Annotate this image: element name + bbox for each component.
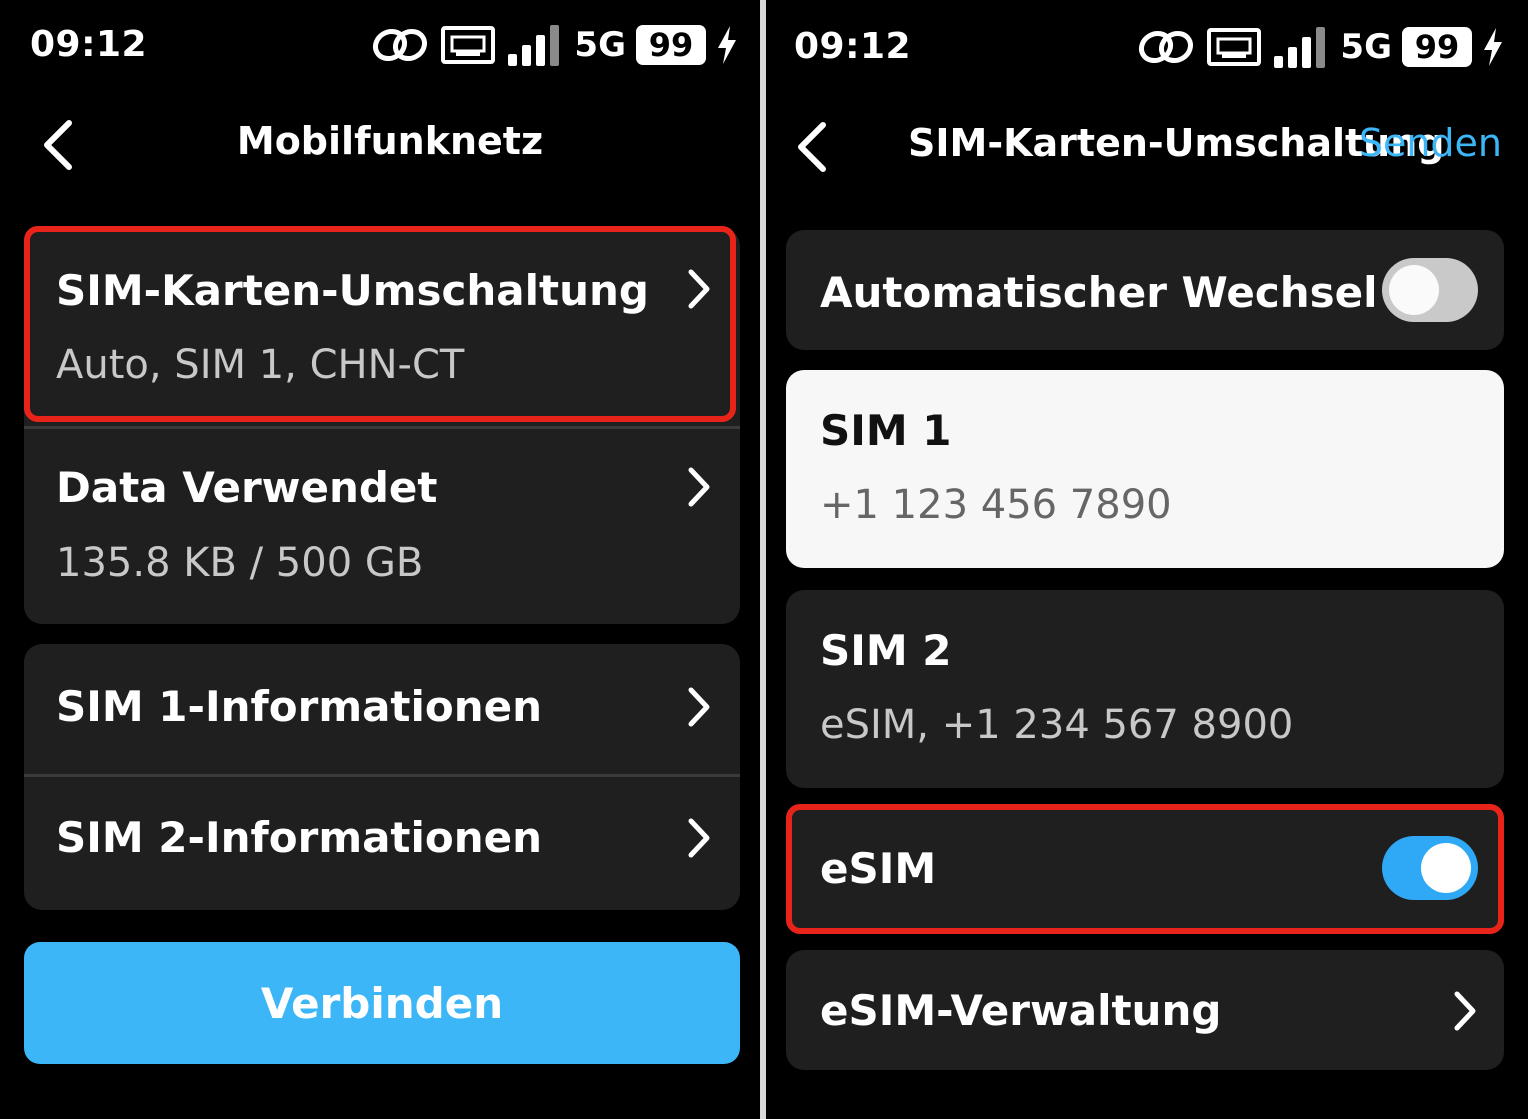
back-button[interactable] [782,117,842,177]
signal-icon [1274,27,1326,68]
sim1-title: SIM 1 [820,406,952,455]
left-screen: 09:12 5G 99 Mobilfunknetz SIM-Karten-Ums… [0,0,760,1119]
status-icons: 5G 99 [1136,24,1504,70]
data-used-title: Data Verwendet [56,463,438,512]
sim1-info-title: SIM 1-Informationen [56,682,543,731]
sim-switch-row[interactable]: SIM-Karten-Umschaltung Auto, SIM 1, CHN-… [24,228,740,424]
esim-card: eSIM [786,806,1504,932]
sim2-option[interactable]: SIM 2 eSIM, +1 234 567 8900 [786,590,1504,788]
toggle-knob [1421,843,1471,893]
network-type: 5G [1340,27,1392,67]
auto-switch-toggle[interactable] [1382,258,1478,322]
mobile-settings-card: SIM-Karten-Umschaltung Auto, SIM 1, CHN-… [24,228,740,624]
status-time: 09:12 [794,26,912,67]
sim2-number: eSIM, +1 234 567 8900 [820,702,1294,748]
sim2-info-row[interactable]: SIM 2-Informationen [24,777,740,910]
status-bar: 09:12 5G 99 [0,20,760,74]
charging-icon [1484,28,1502,66]
right-screen: 09:12 5G 99 SIM-Karten-Umschaltung Sende… [766,0,1528,1119]
sim1-number: +1 123 456 7890 [820,482,1172,528]
send-button[interactable]: Senden [1359,121,1502,165]
sim1-info-row[interactable]: SIM 1-Informationen [24,644,740,774]
battery-level: 99 [1402,27,1472,67]
sim2-info-title: SIM 2-Informationen [56,813,543,862]
battery-level: 99 [636,25,706,65]
sim-info-card: SIM 1-Informationen SIM 2-Informationen [24,644,740,910]
chevron-right-icon [688,687,710,727]
header: SIM-Karten-Umschaltung Senden [766,105,1528,185]
status-icons: 5G 99 [370,22,738,68]
chevron-right-icon [688,818,710,858]
ethernet-icon [1207,28,1262,66]
sim2-title: SIM 2 [820,626,952,675]
data-used-value: 135.8 KB / 500 GB [56,540,424,586]
charging-icon [718,26,736,64]
auto-switch-card: Automatischer Wechsel [786,230,1504,350]
link-icon [1139,30,1194,64]
connect-button[interactable]: Verbinden [24,942,740,1064]
status-bar: 09:12 5G 99 [766,20,1528,74]
sim-switch-title: SIM-Karten-Umschaltung [56,266,649,315]
auto-switch-label: Automatischer Wechsel [820,268,1378,317]
chevron-right-icon [1454,991,1476,1031]
page-title: Mobilfunknetz [236,119,544,163]
ethernet-icon [441,26,496,64]
status-time: 09:12 [30,24,148,65]
sim1-option[interactable]: SIM 1 +1 123 456 7890 [786,370,1504,568]
chevron-right-icon [688,467,710,507]
chevron-right-icon [688,269,710,309]
esim-label: eSIM [820,844,937,893]
data-used-row[interactable]: Data Verwendet 135.8 KB / 500 GB [24,429,740,624]
network-type: 5G [574,25,626,65]
toggle-knob [1389,265,1439,315]
back-arrow-icon [798,122,826,172]
esim-management-label: eSIM-Verwaltung [820,986,1222,1035]
sim-switch-subtitle: Auto, SIM 1, CHN-CT [56,342,465,388]
esim-management-row[interactable]: eSIM-Verwaltung [786,950,1504,1070]
header: Mobilfunknetz [0,105,760,185]
link-icon [373,28,428,62]
signal-icon [508,25,560,66]
esim-toggle[interactable] [1382,836,1478,900]
